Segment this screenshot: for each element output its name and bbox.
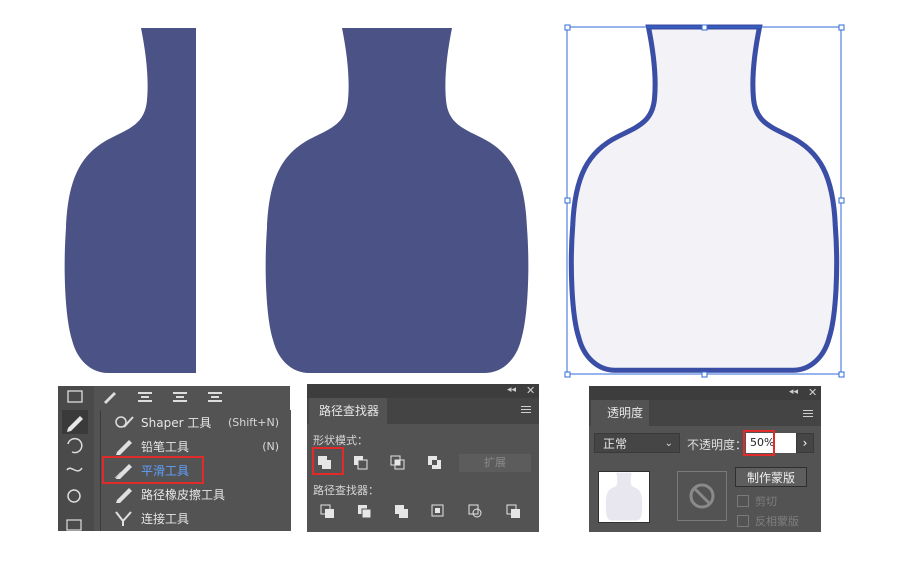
- outline-icon[interactable]: [468, 504, 482, 518]
- pencil-icon: [113, 437, 135, 455]
- make-mask-button[interactable]: 制作蒙版: [735, 467, 807, 487]
- flyout-header-icons: [104, 392, 222, 404]
- invert-mask-checkbox[interactable]: 反相蒙版: [737, 513, 799, 529]
- collapse-icon[interactable]: ◂◂: [789, 387, 798, 397]
- flyout-item-shortcut: (Shift+N): [227, 415, 279, 429]
- warp-tool-icon[interactable]: [66, 467, 83, 472]
- highlight-opacity-value: [743, 430, 775, 456]
- highlight-unite-button: [312, 447, 344, 475]
- crop-icon[interactable]: [431, 504, 444, 517]
- pathfinder-buttons: [320, 504, 520, 519]
- resize-handle[interactable]: [838, 371, 845, 378]
- invert-mask-label: 反相蒙版: [755, 515, 799, 528]
- trim-icon[interactable]: [358, 505, 372, 519]
- flyout-item-label: 路径橡皮擦工具: [141, 487, 226, 502]
- panel-tab-row: ◇ 透明度: [589, 400, 821, 426]
- exclude-icon[interactable]: [428, 456, 441, 469]
- paintbrush-icon[interactable]: [104, 392, 116, 404]
- shape-modes-label: 形状模式：: [313, 434, 368, 447]
- resize-handle[interactable]: [838, 24, 845, 31]
- shape-builder-icon[interactable]: [67, 489, 81, 503]
- flyout-item-path-eraser[interactable]: 路径橡皮擦工具: [101, 482, 291, 506]
- perspective-grid-icon[interactable]: [66, 519, 82, 531]
- pathfinder-panel: ◂◂ ✕ 路径查找器 形状模式： 扩展 路径查找器：: [307, 384, 539, 532]
- opacity-label: 不透明度：: [687, 438, 748, 452]
- opacity-arrow-button[interactable]: ›: [796, 433, 814, 453]
- blend-mode-value: 正常: [603, 437, 628, 451]
- minus-back-icon[interactable]: [506, 504, 520, 518]
- merge-icon[interactable]: [395, 505, 408, 518]
- divide-icon[interactable]: [320, 504, 334, 518]
- expand-button[interactable]: 扩展: [459, 454, 531, 472]
- minus-front-icon[interactable]: [354, 456, 368, 470]
- tab-transparency[interactable]: 透明度: [591, 400, 649, 426]
- flyout-item-label: 铅笔工具: [141, 439, 190, 454]
- resize-handle[interactable]: [564, 371, 571, 378]
- close-icon[interactable]: ✕: [808, 386, 817, 399]
- align-icons[interactable]: [138, 392, 222, 402]
- pathfinders-label: 路径查找器：: [313, 484, 379, 497]
- no-mask-icon: [689, 483, 715, 509]
- panel-titlebar: ◂◂ ✕: [589, 386, 821, 400]
- resize-handle[interactable]: [564, 24, 571, 31]
- panel-menu-icon[interactable]: [803, 410, 813, 418]
- intersect-icon[interactable]: [390, 455, 405, 470]
- blend-mode-select[interactable]: 正常 ⌄: [594, 433, 680, 453]
- resize-handle[interactable]: [701, 371, 708, 378]
- selected-vase-outline[interactable]: [571, 27, 836, 370]
- toolbar-icons: [62, 390, 88, 531]
- panel-titlebar: ◂◂ ✕: [307, 384, 539, 398]
- flyout-item-join[interactable]: 连接工具: [101, 506, 291, 530]
- path-eraser-icon: [113, 485, 135, 503]
- highlight-smooth-tool: [102, 456, 204, 484]
- artboard: [64, 0, 845, 378]
- tools-panel: Shaper 工具 (Shift+N) 铅笔工具 (N) 平滑工具 路径橡皮擦工…: [58, 386, 291, 531]
- flyout-item-label: 连接工具: [141, 511, 190, 526]
- flyout-item-shortcut: (N): [262, 439, 279, 453]
- resize-handle[interactable]: [838, 197, 845, 204]
- chevron-down-icon: ⌄: [664, 438, 673, 449]
- clip-label: 剪切: [755, 495, 777, 508]
- shaper-icon: [113, 413, 135, 431]
- join-icon: [113, 509, 135, 527]
- rotate-tool-icon[interactable]: [67, 437, 83, 454]
- full-vase-shape[interactable]: [265, 28, 529, 373]
- mask-placeholder: [677, 471, 727, 521]
- tab-pathfinder[interactable]: 路径查找器: [309, 398, 387, 424]
- rectangle-tool-icon[interactable]: [67, 390, 83, 403]
- resize-handle[interactable]: [564, 197, 571, 204]
- panel-menu-icon[interactable]: [521, 406, 531, 414]
- transparency-panel: ◂◂ ✕ ◇ 透明度 正常 ⌄ 不透明度： 50% › 制作蒙版 剪切 反相蒙版: [589, 386, 821, 532]
- close-icon[interactable]: ✕: [526, 384, 535, 397]
- toolbar-column: [58, 386, 94, 531]
- artwork-thumbnail[interactable]: [598, 471, 650, 523]
- flyout-item-shaper[interactable]: Shaper 工具 (Shift+N): [101, 410, 291, 434]
- resize-handle[interactable]: [701, 24, 708, 31]
- collapse-icon[interactable]: ◂◂: [507, 385, 516, 395]
- clip-checkbox[interactable]: 剪切: [737, 493, 777, 509]
- flyout-item-label: Shaper 工具: [141, 415, 212, 430]
- flyout-item-pencil[interactable]: 铅笔工具 (N): [101, 434, 291, 458]
- panel-tab-row: 路径查找器: [307, 398, 539, 424]
